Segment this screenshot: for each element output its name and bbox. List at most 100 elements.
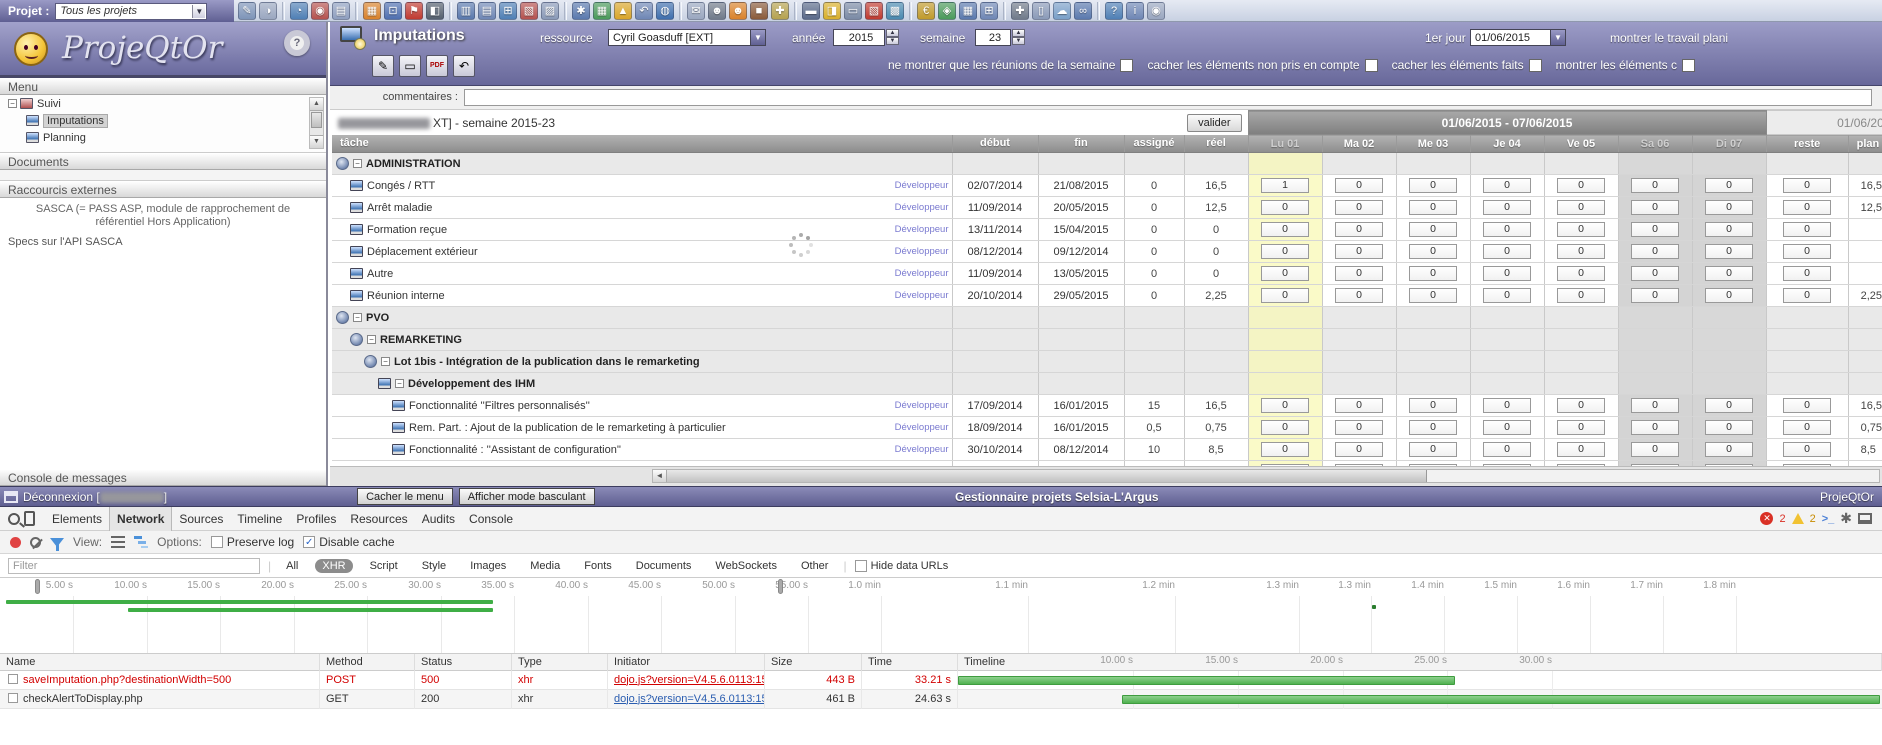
tree-scrollbar[interactable]: ▲ ▼	[309, 97, 324, 149]
day-input[interactable]: 0	[1261, 222, 1309, 237]
day-input[interactable]: 0	[1631, 442, 1679, 457]
collapse-icon[interactable]: −	[381, 357, 390, 366]
task-label[interactable]: Rem. Part. : Ajout de la publication de …	[409, 422, 726, 434]
day-input[interactable]: 0	[1631, 178, 1679, 193]
toolbar-gear-icon[interactable]: ✱	[572, 2, 590, 20]
type-filter-all[interactable]: All	[279, 559, 305, 573]
day-input[interactable]: 0	[1335, 222, 1383, 237]
day-input[interactable]: 0	[1483, 178, 1531, 193]
day-input[interactable]: 0	[1335, 398, 1383, 413]
day-input[interactable]: 0	[1557, 420, 1605, 435]
section-header-shortcuts[interactable]: Raccourcis externes	[0, 181, 326, 198]
day-input[interactable]: 0	[1261, 200, 1309, 215]
day-input[interactable]: 0	[1705, 244, 1753, 259]
column-header-day-6[interactable]: Di 07	[1692, 135, 1766, 153]
task-label[interactable]: Réunion interne	[367, 290, 445, 302]
reste-input[interactable]: 0	[1783, 178, 1831, 193]
section-header-menu[interactable]: Menu	[0, 78, 326, 95]
toolbar-chart-icon[interactable]: ▦	[593, 2, 611, 20]
activity-icon[interactable]	[350, 180, 363, 191]
toolbar-toggle-panel-icon[interactable]: ◑	[259, 2, 277, 20]
day-input[interactable]: 0	[1557, 398, 1605, 413]
column-header-reste[interactable]: reste	[1766, 135, 1848, 153]
valider-button[interactable]: valider	[1187, 114, 1241, 132]
reste-input[interactable]: 0	[1783, 398, 1831, 413]
gear-icon[interactable]: ✱	[1840, 510, 1852, 527]
toolbar-box-icon[interactable]: ▦	[363, 2, 381, 20]
toolbar-wrench-icon[interactable]: ✎	[238, 2, 256, 20]
toolbar-team-icon[interactable]: ☻	[708, 2, 726, 20]
reste-input[interactable]: 0	[1783, 442, 1831, 457]
device-toolbar-icon[interactable]	[24, 511, 35, 526]
reste-input[interactable]: 0	[1783, 420, 1831, 435]
task-role[interactable]: Développeur	[895, 444, 952, 455]
column-header-debut[interactable]: début	[952, 135, 1038, 153]
header-checkbox-2[interactable]: cacher les éléments faits	[1392, 58, 1542, 72]
task-label[interactable]: Arrêt maladie	[367, 202, 432, 214]
day-input[interactable]: 0	[1409, 178, 1457, 193]
day-input[interactable]: 0	[1335, 200, 1383, 215]
reste-input[interactable]: 0	[1783, 222, 1831, 237]
column-header-fin[interactable]: fin	[1038, 135, 1124, 153]
network-overview[interactable]: 5.00 s10.00 s15.00 s20.00 s25.00 s30.00 …	[0, 578, 1882, 654]
section-header-console[interactable]: Console de messages	[0, 469, 326, 486]
requests-column-header-method[interactable]: Method	[320, 654, 415, 671]
task-label[interactable]: Fonctionnalité : ''Assistant de configur…	[409, 444, 621, 456]
tab-resources[interactable]: Resources	[343, 507, 414, 531]
type-filter-fonts[interactable]: Fonts	[577, 559, 619, 573]
day-input[interactable]: 0	[1557, 222, 1605, 237]
day-input[interactable]: 0	[1483, 222, 1531, 237]
toolbar-note-icon[interactable]: ▨	[541, 2, 559, 20]
reste-input[interactable]: 0	[1783, 288, 1831, 303]
requests-column-header-type[interactable]: Type	[512, 654, 608, 671]
activity-icon[interactable]	[392, 400, 405, 411]
day-input[interactable]: 0	[1631, 266, 1679, 281]
column-header-day-3[interactable]: Je 04	[1470, 135, 1544, 153]
column-header-plan[interactable]: plan	[1848, 135, 1882, 153]
day-input[interactable]: 0	[1335, 442, 1383, 457]
search-icon[interactable]	[8, 513, 20, 525]
day-input[interactable]: 0	[1483, 288, 1531, 303]
activity-icon[interactable]	[350, 268, 363, 279]
column-header-day-4[interactable]: Ve 05	[1544, 135, 1618, 153]
collapse-icon[interactable]: −	[353, 313, 362, 322]
toolbar-cloud-icon[interactable]: ☁	[1053, 2, 1071, 20]
toolbar-info-icon[interactable]: i	[1126, 2, 1144, 20]
shortcut-link-sasca[interactable]: SASCA (= PASS ASP, module de rapprocheme…	[0, 198, 326, 229]
tab-console[interactable]: Console	[462, 507, 520, 531]
scroll-left-icon[interactable]: ◄	[653, 470, 667, 482]
sidebar-item-planning[interactable]: Planning	[0, 129, 326, 146]
day-input[interactable]: 0	[1483, 244, 1531, 259]
toolbar-monitor-icon[interactable]: ⊡	[384, 2, 402, 20]
task-role[interactable]: Développeur	[895, 290, 952, 301]
day-input[interactable]: 0	[1335, 288, 1383, 303]
day-input[interactable]: 0	[1261, 442, 1309, 457]
day-input[interactable]: 1	[1261, 178, 1309, 193]
dock-side-icon[interactable]	[1858, 513, 1872, 524]
task-role[interactable]: Développeur	[895, 224, 952, 235]
toolbar-key-icon[interactable]: ✚	[771, 2, 789, 20]
scroll-thumb[interactable]	[311, 112, 322, 128]
task-role[interactable]: Développeur	[895, 246, 952, 257]
toolbar-photo-icon[interactable]: ▩	[886, 2, 904, 20]
day-input[interactable]: 0	[1409, 420, 1457, 435]
column-header-day-5[interactable]: Sa 06	[1618, 135, 1692, 153]
day-input[interactable]: 0	[1557, 288, 1605, 303]
tab-network[interactable]: Network	[109, 507, 172, 531]
header-print-icon[interactable]: ▭	[399, 55, 421, 77]
day-input[interactable]: 0	[1631, 244, 1679, 259]
day-input[interactable]: 0	[1631, 398, 1679, 413]
day-input[interactable]: 0	[1409, 222, 1457, 237]
day-input[interactable]: 0	[1705, 266, 1753, 281]
toolbar-globe-icon[interactable]: ◍	[656, 2, 674, 20]
request-checkbox[interactable]	[8, 693, 18, 703]
chevron-down-icon[interactable]: ▼	[750, 30, 765, 45]
header-checkbox-1[interactable]: cacher les éléments non pris en compte	[1147, 58, 1377, 72]
type-filter-style[interactable]: Style	[415, 559, 453, 573]
checkbox[interactable]	[1120, 59, 1133, 72]
toggle-mode-button[interactable]: Afficher mode basculant	[459, 488, 595, 505]
tab-sources[interactable]: Sources	[172, 507, 230, 531]
tab-elements[interactable]: Elements	[45, 507, 109, 531]
collapse-icon[interactable]: −	[353, 159, 362, 168]
day-input[interactable]: 0	[1335, 244, 1383, 259]
